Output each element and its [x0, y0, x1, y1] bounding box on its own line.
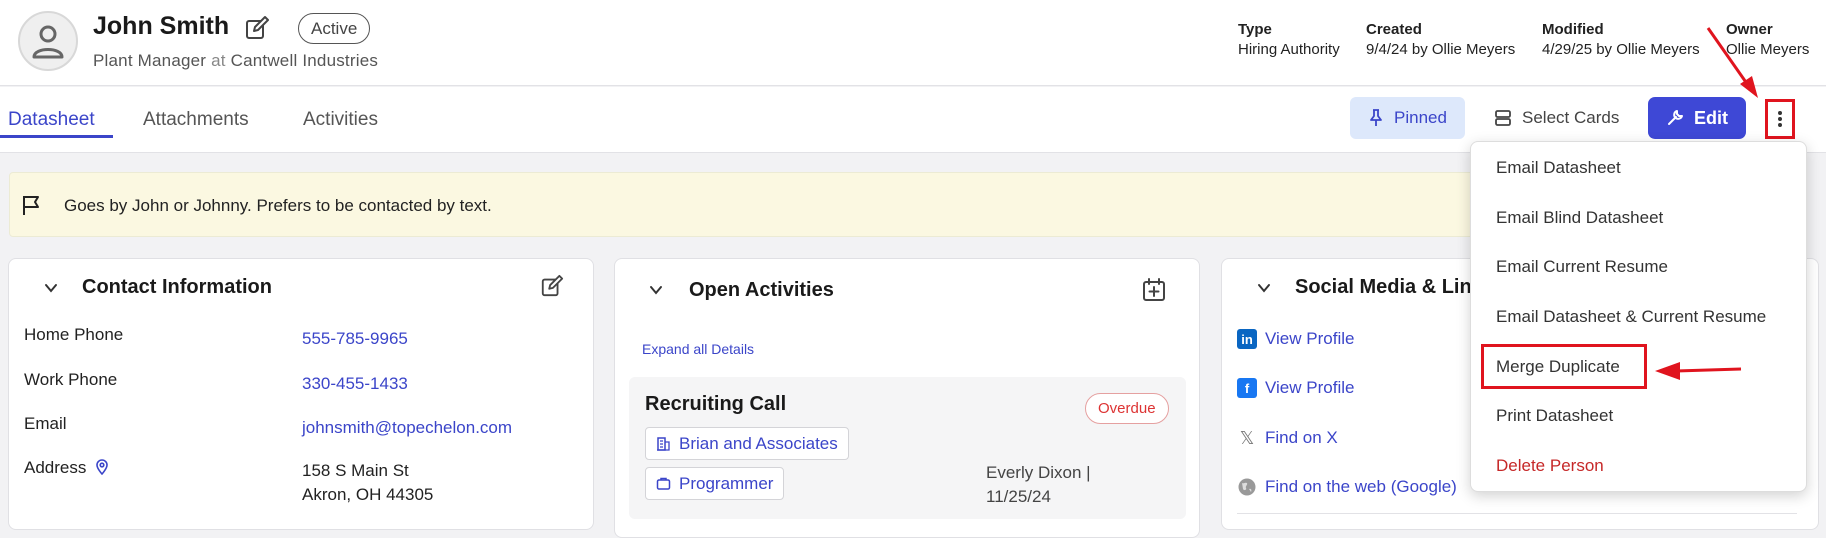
- x-icon: 𝕏: [1239, 427, 1255, 448]
- chevron-down-icon[interactable]: [1255, 279, 1273, 297]
- meta-label: Owner: [1726, 21, 1773, 38]
- menu-item-email-datasheet[interactable]: Email Datasheet: [1496, 158, 1621, 178]
- at-text: at: [211, 51, 226, 70]
- tab-datasheet[interactable]: Datasheet: [8, 109, 95, 131]
- field-label: Home Phone: [24, 325, 124, 344]
- meta-created: Created 9/4/24 by Ollie Meyers: [1366, 20, 1515, 60]
- divider: [1237, 513, 1797, 514]
- meta-type: Type Hiring Authority: [1238, 20, 1340, 60]
- google-search-link[interactable]: Find on the web (Google): [1237, 477, 1457, 497]
- pinned-button[interactable]: Pinned: [1350, 97, 1465, 139]
- field-label: Work Phone: [24, 370, 118, 389]
- address-label: Address: [24, 458, 87, 477]
- note-text: Goes by John or Johnny. Prefers to be co…: [64, 196, 492, 215]
- expand-all-details-link[interactable]: Expand all Details: [642, 341, 754, 357]
- active-tab-indicator: [0, 135, 113, 138]
- meta-label: Type: [1238, 21, 1272, 38]
- menu-item-print-datasheet[interactable]: Print Datasheet: [1496, 406, 1613, 426]
- edit-button[interactable]: Edit: [1648, 97, 1746, 139]
- pin-icon: [1370, 109, 1382, 126]
- meta-label: Created: [1366, 21, 1422, 38]
- open-activities-card: Open Activities Expand all Details Recru…: [614, 258, 1200, 538]
- activity-item[interactable]: Recruiting Call Overdue Brian and Associ…: [629, 377, 1186, 519]
- menu-item-merge-duplicate[interactable]: Merge Duplicate: [1496, 357, 1620, 377]
- overdue-badge: Overdue: [1085, 393, 1169, 424]
- edit-label: Edit: [1694, 107, 1728, 128]
- facebook-link[interactable]: f View Profile: [1237, 378, 1354, 398]
- edit-icon[interactable]: [244, 15, 270, 41]
- note-banner: Goes by John or Johnny. Prefers to be co…: [9, 172, 1529, 237]
- activity-title: Recruiting Call: [645, 393, 787, 415]
- job-chip[interactable]: Programmer: [645, 467, 785, 500]
- tab-attachments[interactable]: Attachments: [143, 109, 249, 131]
- wrench-icon: [1668, 110, 1683, 125]
- assignee-name: Everly Dixon |: [986, 463, 1091, 482]
- building-icon: [657, 437, 670, 451]
- social-link-label: View Profile: [1265, 378, 1355, 397]
- record-header: John Smith Active Plant Manager at Cantw…: [0, 0, 1826, 86]
- home-phone-link[interactable]: 555-785-9965: [302, 329, 408, 349]
- meta-label: Modified: [1542, 21, 1604, 38]
- meta-value: Ollie Meyers: [1726, 41, 1810, 58]
- menu-item-email-datasheet-and-resume[interactable]: Email Datasheet & Current Resume: [1496, 307, 1766, 327]
- person-subtitle: Plant Manager at Cantwell Industries: [93, 51, 378, 71]
- meta-owner: Owner Ollie Meyers: [1726, 20, 1809, 60]
- activity-assignee: Everly Dixon | 11/25/24: [986, 461, 1091, 509]
- select-cards-button[interactable]: Select Cards: [1490, 97, 1630, 139]
- address-line-1: 158 S Main St: [302, 461, 409, 480]
- card-title: Social Media & Links: [1295, 276, 1494, 298]
- avatar: [18, 11, 78, 71]
- location-pin-icon[interactable]: [95, 459, 109, 476]
- linkedin-icon: in: [1237, 329, 1257, 349]
- edit-icon[interactable]: [540, 274, 564, 298]
- cards-icon: [1495, 110, 1511, 126]
- globe-icon: [1238, 478, 1256, 496]
- more-options-menu: Email Datasheet Email Blind Datasheet Em…: [1470, 141, 1807, 492]
- contact-information-card: Contact Information Home Phone 555-785-9…: [8, 258, 594, 530]
- facebook-icon: f: [1237, 378, 1257, 398]
- social-link-label: Find on the web (Google): [1265, 477, 1457, 496]
- menu-item-email-current-resume[interactable]: Email Current Resume: [1496, 257, 1668, 277]
- social-link-label: View Profile: [1265, 329, 1355, 348]
- status-badge: Active: [298, 13, 371, 44]
- card-title: Contact Information: [82, 276, 272, 298]
- more-vertical-icon: [1778, 111, 1782, 127]
- flag-icon: [23, 196, 39, 215]
- person-name: John Smith: [93, 12, 230, 40]
- x-link[interactable]: 𝕏 Find on X: [1237, 428, 1338, 448]
- select-cards-label: Select Cards: [1522, 108, 1620, 127]
- tab-activities[interactable]: Activities: [303, 109, 378, 131]
- work-phone-link[interactable]: 330-455-1433: [302, 374, 408, 394]
- card-title: Open Activities: [689, 279, 834, 301]
- job-title: Plant Manager: [93, 51, 207, 70]
- address-value: 158 S Main St Akron, OH 44305: [302, 459, 433, 507]
- field-label: Email: [24, 414, 67, 433]
- job-chip-label: Programmer: [679, 473, 774, 493]
- chevron-down-icon[interactable]: [647, 281, 665, 299]
- company-chip[interactable]: Brian and Associates: [645, 427, 849, 460]
- meta-value: 9/4/24 by Ollie Meyers: [1366, 41, 1516, 58]
- chevron-down-icon[interactable]: [42, 279, 60, 297]
- meta-value: 4/29/25 by Ollie Meyers: [1542, 41, 1700, 58]
- menu-item-email-blind-datasheet[interactable]: Email Blind Datasheet: [1496, 208, 1663, 228]
- menu-item-delete-person[interactable]: Delete Person: [1496, 456, 1604, 476]
- person-icon: [32, 25, 64, 59]
- activity-date: 11/25/24: [986, 487, 1051, 506]
- meta-modified: Modified 4/29/25 by Ollie Meyers: [1542, 20, 1700, 60]
- linkedin-link[interactable]: in View Profile: [1237, 329, 1354, 349]
- more-options-button[interactable]: [1765, 99, 1795, 139]
- field-label: Address: [24, 458, 109, 478]
- social-link-label: Find on X: [1265, 428, 1338, 447]
- address-line-2: Akron, OH 44305: [302, 485, 434, 504]
- company-chip-label: Brian and Associates: [679, 433, 838, 453]
- calendar-add-icon[interactable]: [1141, 277, 1167, 303]
- email-link[interactable]: johnsmith@topechelon.com: [302, 418, 512, 438]
- pinned-label: Pinned: [1394, 108, 1447, 127]
- meta-value: Hiring Authority: [1238, 41, 1340, 58]
- briefcase-icon: [656, 477, 671, 490]
- company-name: Cantwell Industries: [230, 51, 379, 70]
